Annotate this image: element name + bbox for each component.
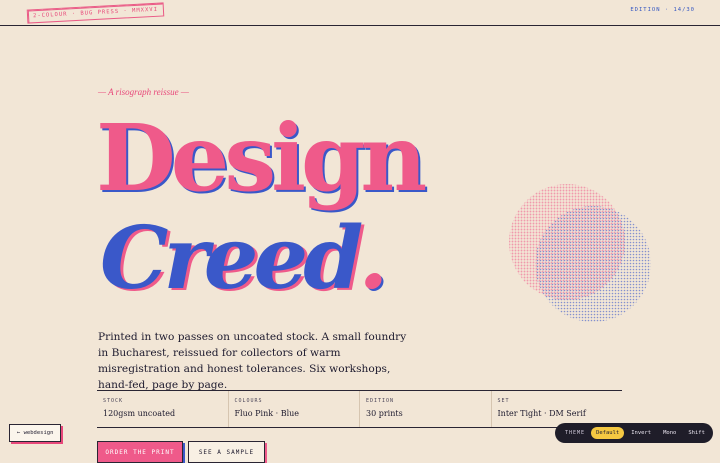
theme-option-mono[interactable]: Mono	[658, 427, 681, 439]
hero-title-line-2: Creed.	[100, 216, 388, 302]
spec-value: Fluo Pink · Blue	[234, 409, 300, 418]
blue-halftone-circle	[535, 206, 651, 322]
edition-counter: EDITION · 14/30	[630, 7, 695, 13]
theme-switcher: THEME Default Invert Mono Shift	[555, 423, 713, 443]
spec-label: EDITION	[366, 398, 395, 404]
hero-title-word: Creed	[100, 208, 363, 309]
theme-option-invert[interactable]: Invert	[626, 427, 656, 439]
press-stamp: 2-COLOUR · BUG PRESS · MMXXVI	[26, 2, 165, 24]
theme-option-shift[interactable]: Shift	[683, 427, 710, 439]
theme-option-default[interactable]: Default	[591, 427, 625, 439]
spec-label: SET	[497, 398, 510, 404]
spec-label: COLOURS	[234, 398, 263, 404]
hero-kicker: — A risograph reissue —	[98, 87, 189, 97]
hero-title-line-1: Design	[96, 104, 427, 212]
lead-paragraph: Printed in two passes on uncoated stock.…	[98, 331, 407, 391]
spec-set: SET Inter Tight · DM Serif	[490, 391, 623, 427]
spec-stock: STOCK 120gsm uncoated	[97, 391, 228, 427]
spec-colours: COLOURS Fluo Pink · Blue	[227, 391, 360, 427]
order-print-button[interactable]: ORDER THE PRINT	[97, 441, 183, 463]
spec-table: STOCK 120gsm uncoated COLOURS Fluo Pink …	[97, 390, 622, 428]
back-to-webdesign-link[interactable]: ← webdesign	[9, 424, 62, 442]
hero-title-dot: .	[358, 208, 388, 309]
spec-label: STOCK	[103, 398, 124, 404]
spec-value: 30 prints	[366, 409, 403, 418]
top-bar: 2-COLOUR · BUG PRESS · MMXXVI EDITION · …	[0, 0, 720, 26]
spec-value: Inter Tight · DM Serif	[497, 409, 586, 418]
theme-label: THEME	[565, 430, 586, 436]
spec-edition: EDITION 30 prints	[359, 391, 491, 427]
see-sample-button[interactable]: SEE A SAMPLE	[188, 441, 265, 463]
spec-value: 120gsm uncoated	[103, 409, 176, 418]
halftone-circles-illustration	[509, 184, 651, 322]
